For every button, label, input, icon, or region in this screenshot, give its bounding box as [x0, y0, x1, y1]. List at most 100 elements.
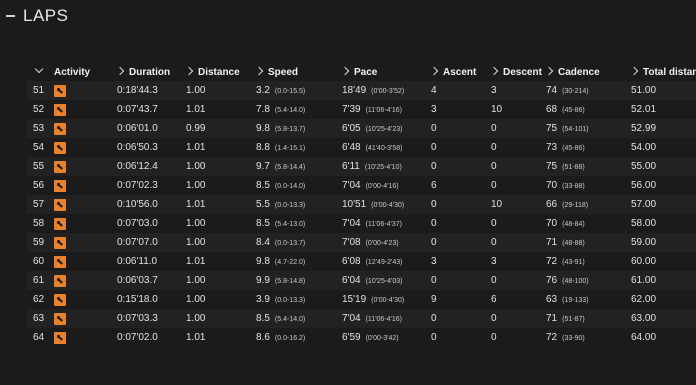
pace-cell: 6'48 (41'40-3'58): [342, 138, 431, 157]
running-icon[interactable]: [54, 84, 66, 97]
table-row[interactable]: 55 0:06'12.4 1.00 9.7 (5.8-14.4) 6'11 (10'25-4…: [27, 157, 696, 176]
speed-value: 9.8: [256, 123, 270, 134]
speed-range: (5.4-14.0): [274, 316, 306, 323]
running-icon[interactable]: [54, 160, 66, 173]
total-distance-cell: 52.01: [631, 100, 696, 119]
ascent-cell: 0: [431, 309, 491, 328]
column-header-cadence[interactable]: Cadence: [544, 64, 631, 81]
activity-cell[interactable]: [54, 328, 117, 347]
speed-cell: 5.5 (0.0-13.3): [256, 195, 342, 214]
table-row[interactable]: 51 0:18'44.3 1.00 3.2 (0.0-15.5) 18'49 (0'00-3…: [27, 81, 696, 100]
running-icon[interactable]: [54, 293, 66, 306]
speed-cell: 9.8 (4.7-22.0): [256, 252, 342, 271]
running-icon[interactable]: [54, 122, 66, 135]
column-header-descent[interactable]: Descent: [489, 64, 546, 81]
cadence-range: (48-84): [562, 221, 585, 228]
duration-cell: 0:06'01.0: [117, 119, 186, 138]
table-row[interactable]: 62 0:15'18.0 1.00 3.9 (0.0-13.3) 15'19 (0'00-4…: [27, 290, 696, 309]
speed-cell: 8.5 (5.4-14.0): [256, 309, 342, 328]
pace-range: (41'40-3'58): [365, 145, 403, 152]
descent-cell: 10: [491, 100, 546, 119]
activity-cell[interactable]: [54, 157, 117, 176]
activity-cell[interactable]: [54, 119, 117, 138]
table-row[interactable]: 63 0:07'03.3 1.00 8.5 (5.4-14.0) 7'04 (11'06-4…: [27, 309, 696, 328]
table-row[interactable]: 53 0:06'01.0 0.99 9.8 (5.8-13.7) 6'05 (10'25-4…: [27, 119, 696, 138]
running-icon[interactable]: [54, 103, 66, 116]
running-icon[interactable]: [54, 331, 66, 344]
activity-cell[interactable]: [54, 100, 117, 119]
cadence-value: 76: [546, 275, 558, 286]
activity-cell[interactable]: [54, 252, 117, 271]
chevron-right-icon: [184, 66, 194, 76]
table-row[interactable]: 60 0:06'11.0 1.01 9.8 (4.7-22.0) 6'08 (12'49-2…: [27, 252, 696, 271]
duration-cell: 0:10'56.0: [117, 195, 186, 214]
speed-value: 3.2: [256, 85, 270, 96]
column-header-speed[interactable]: Speed: [254, 64, 342, 81]
column-header-pace[interactable]: Pace: [340, 64, 431, 81]
speed-range: (5.8-13.7): [274, 126, 306, 133]
lap-number: 56: [27, 176, 54, 195]
lap-number: 53: [27, 119, 54, 138]
pace-cell: 7'04 (11'06-4'16): [342, 309, 431, 328]
duration-cell: 0:07'02.3: [117, 176, 186, 195]
speed-range: (4.7-22.0): [274, 259, 306, 266]
pace-cell: 6'11 (10'25-4'10): [342, 157, 431, 176]
activity-cell[interactable]: [54, 233, 117, 252]
column-header-ascent[interactable]: Ascent: [429, 64, 491, 81]
descent-cell: 0: [491, 119, 546, 138]
running-icon[interactable]: [54, 255, 66, 268]
speed-value: 3.9: [256, 294, 270, 305]
speed-range: (5.8-14.8): [274, 278, 306, 285]
cadence-cell: 72 (33-90): [546, 328, 631, 347]
column-header-total-distance[interactable]: Total distance: [629, 64, 696, 81]
activity-cell[interactable]: [54, 214, 117, 233]
section-title[interactable]: LAPS: [6, 6, 68, 26]
activity-cell[interactable]: [54, 138, 117, 157]
pace-cell: 7'04 (11'06-4'37): [342, 214, 431, 233]
activity-cell[interactable]: [54, 309, 117, 328]
collapse-icon[interactable]: [6, 15, 15, 17]
column-header-activity[interactable]: Activity: [54, 64, 117, 81]
speed-range: (0.0-13.3): [274, 297, 306, 304]
distance-cell: 1.00: [186, 271, 256, 290]
activity-cell[interactable]: [54, 290, 117, 309]
table-row[interactable]: 54 0:06'50.3 1.01 8.8 (1.4-15.1) 6'48 (41'40-3…: [27, 138, 696, 157]
total-distance-cell: 59.00: [631, 233, 696, 252]
descent-cell: 0: [491, 214, 546, 233]
column-header-distance[interactable]: Distance: [184, 64, 256, 81]
lap-number: 62: [27, 290, 54, 309]
running-icon[interactable]: [54, 198, 66, 211]
descent-cell: 3: [491, 81, 546, 100]
activity-cell[interactable]: [54, 176, 117, 195]
table-row[interactable]: 61 0:06'03.7 1.00 9.9 (5.8-14.8) 6'04 (10'25-4…: [27, 271, 696, 290]
column-header-duration[interactable]: Duration: [115, 64, 186, 81]
activity-cell[interactable]: [54, 195, 117, 214]
running-icon[interactable]: [54, 312, 66, 325]
running-icon[interactable]: [54, 179, 66, 192]
table-row[interactable]: 56 0:07'02.3 1.00 8.5 (0.0-14.0) 7'04 (0'00-4'…: [27, 176, 696, 195]
activity-cell[interactable]: [54, 81, 117, 100]
cadence-cell: 72 (43-91): [546, 252, 631, 271]
table-row[interactable]: 57 0:10'56.0 1.01 5.5 (0.0-13.3) 10'51 (0'00-4…: [27, 195, 696, 214]
table-row[interactable]: 58 0:07'03.0 1.00 8.5 (5.4-13.0) 7'04 (11'06-4…: [27, 214, 696, 233]
total-distance-cell: 64.00: [631, 328, 696, 347]
column-header-lap[interactable]: [27, 64, 54, 81]
pace-cell: 6'05 (10'25-4'23): [342, 119, 431, 138]
chevron-down-icon[interactable]: [34, 64, 44, 74]
table-row[interactable]: 52 0:07'43.7 1.01 7.8 (5.4-14.0) 7'39 (11'06-4…: [27, 100, 696, 119]
table-row[interactable]: 59 0:07'07.0 1.00 8.4 (0.0-13.7) 7'08 (0'00-4'…: [27, 233, 696, 252]
table-row[interactable]: 64 0:07'02.0 1.01 8.6 (0.0-16.2) 6'59 (0'00-3'…: [27, 328, 696, 347]
speed-value: 9.8: [256, 256, 270, 267]
pace-range: (11'06-4'37): [365, 221, 402, 228]
running-icon[interactable]: [54, 236, 66, 249]
pace-range: (0'00-3'42): [365, 335, 399, 342]
lap-number: 60: [27, 252, 54, 271]
running-icon[interactable]: [54, 274, 66, 287]
speed-cell: 8.8 (1.4-15.1): [256, 138, 342, 157]
pace-value: 18'49: [342, 85, 367, 96]
running-icon[interactable]: [54, 217, 66, 230]
activity-cell[interactable]: [54, 271, 117, 290]
distance-cell: 1.01: [186, 100, 256, 119]
duration-cell: 0:07'07.0: [117, 233, 186, 252]
running-icon[interactable]: [54, 141, 66, 154]
